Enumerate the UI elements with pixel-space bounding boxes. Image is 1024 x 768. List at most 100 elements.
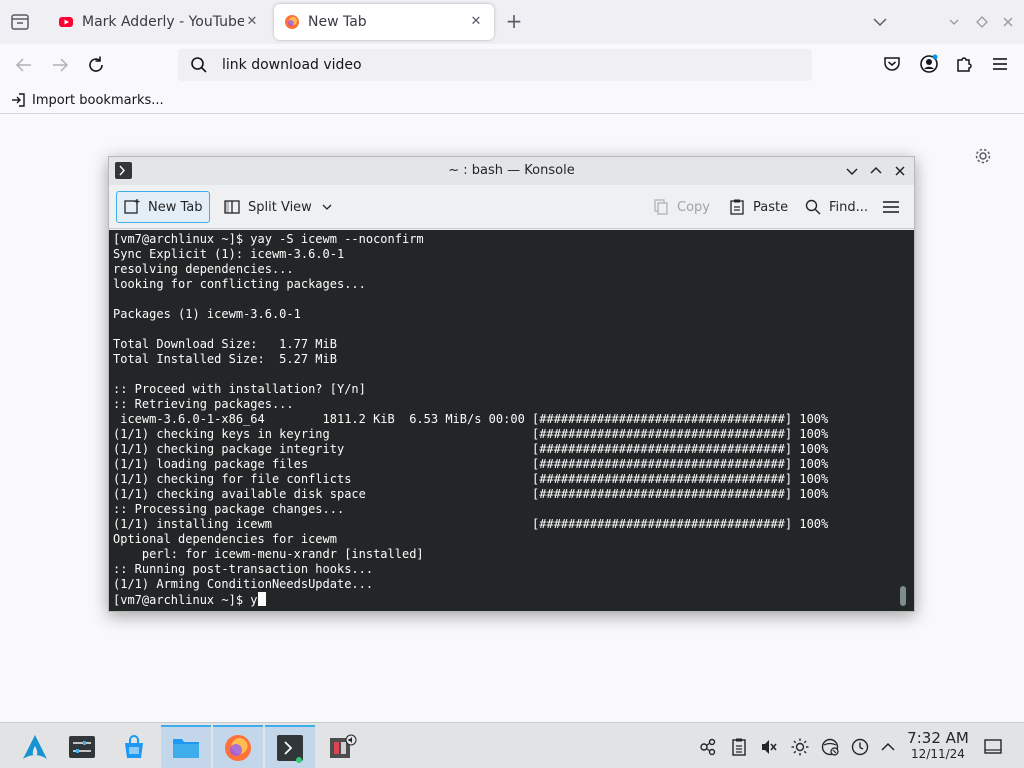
desktop-icon [984,739,1002,754]
digital-clock[interactable]: 7:32 AM 12/11/24 [900,729,976,761]
kde-connect-icon [700,738,716,756]
terminal-line: looking for conflicting packages... [113,277,366,291]
diamond-icon [976,16,988,28]
show-desktop-button[interactable] [983,737,1003,757]
minimize-window-button[interactable] [946,14,962,30]
navigation-toolbar [0,44,1024,86]
browser-tab-strip: Mark Adderly - YouTube ✕ New Tab ✕ + [0,0,1024,44]
new-tab-icon [124,199,140,214]
forward-button[interactable] [49,54,71,76]
chevron-up-icon [870,166,882,174]
search-icon [805,199,821,215]
terminal-line: (1/1) loading package files [###########… [113,457,829,471]
tab-new-tab[interactable]: New Tab ✕ [274,4,494,40]
terminal-line: (1/1) Arming ConditionNeedsUpdate... [113,577,374,591]
url-input[interactable] [222,57,782,73]
file-manager-task[interactable] [161,725,211,768]
folder-icon [173,739,199,758]
terminal-line: Total Download Size: 1.77 MiB [113,337,337,351]
puzzle-icon [957,57,972,72]
tab-close-button[interactable]: ✕ [244,14,260,30]
firefox-task[interactable] [213,725,263,768]
konsole-task[interactable] [265,725,315,768]
konsole-menu-button[interactable] [875,191,914,223]
terminal-line: Optional dependencies for icewm [113,532,337,546]
split-view-button[interactable]: Split View [217,191,340,223]
find-button[interactable]: Find... [798,191,874,223]
pocket-icon [884,57,900,71]
app-menu-button[interactable] [990,54,1010,74]
taskbar: 7:32 AM 12/11/24 [0,722,1024,768]
reload-button[interactable] [85,54,107,76]
bookmarks-toolbar: Import bookmarks... [0,86,1024,114]
network-tray[interactable] [820,737,840,757]
maximize-window-button[interactable] [974,14,990,30]
new-tab-button[interactable]: + [504,11,524,32]
clipboard-tray[interactable] [729,737,749,757]
terminal-cursor [257,592,266,606]
terminal-line: resolving dependencies... [113,262,294,276]
volume-tray[interactable] [759,737,779,757]
youtube-icon [59,17,73,27]
system-settings-task[interactable] [57,725,107,768]
tab-title: Mark Adderly - YouTube [82,14,244,30]
kde-connect-tray[interactable] [698,737,718,757]
split-view-icon [224,200,240,214]
terminal-line: (1/1) checking package integrity [######… [113,442,829,456]
konsole-close-button[interactable] [891,162,909,180]
clock-time: 7:32 AM [907,729,969,747]
arrow-right-icon [53,58,69,72]
import-bookmarks-button[interactable]: Import bookmarks... [10,90,164,110]
account-icon [920,54,938,73]
audio-player-task[interactable] [317,725,367,768]
firefox-icon [285,15,299,29]
paste-icon [730,199,744,215]
terminal-line: :: Retrieving packages... [113,397,294,411]
settings-sliders-icon [69,736,95,758]
media-player-icon [330,734,357,758]
import-icon [12,93,25,107]
terminal-icon [277,735,303,763]
account-button[interactable] [919,54,939,74]
tab-close-button[interactable]: ✕ [468,14,484,30]
paste-button[interactable]: Paste [722,191,794,223]
reload-icon [89,56,103,72]
tab-youtube[interactable]: Mark Adderly - YouTube ✕ [48,4,270,40]
terminal-prompt-line: [vm7@archlinux ~]$ y [113,592,828,608]
updates-tray[interactable] [850,737,870,757]
page-settings-button[interactable] [974,147,992,165]
konsole-window: ~ : bash — Konsole New Tab Split View Co… [108,156,915,612]
terminal-prompt: [vm7@archlinux ~]$ [113,593,251,607]
clock-date: 12/11/24 [911,747,965,761]
new-tab-button[interactable]: New Tab [116,191,210,223]
konsole-titlebar[interactable]: ~ : bash — Konsole [109,157,914,185]
copy-label: Copy [677,199,710,215]
shopping-bag-icon [125,735,143,758]
terminal-scrollbar[interactable] [900,586,906,606]
copy-button[interactable]: Copy [646,191,716,223]
back-button[interactable] [13,54,35,76]
arrow-left-icon [15,58,31,72]
extensions-button[interactable] [954,54,974,74]
terminal-line: Packages (1) icewm-3.6.0-1 [113,307,301,321]
tab-list-button[interactable] [10,12,30,32]
konsole-toolbar: New Tab Split View Copy Paste Find... [109,185,914,229]
search-icon [191,57,207,73]
konsole-minimize-button[interactable] [843,162,861,180]
discover-task[interactable] [109,725,159,768]
app-launcher-button[interactable] [10,725,60,768]
close-window-button[interactable] [1000,14,1016,30]
url-bar[interactable] [178,49,812,81]
tray-expand-button[interactable] [878,737,898,757]
tabs-dropdown-button[interactable] [872,12,888,32]
close-icon [1003,17,1013,27]
terminal-area[interactable]: [vm7@archlinux ~]$ yay -S icewm --noconf… [109,230,914,611]
clock-alert-icon [851,738,869,756]
terminal-input: y [250,593,258,607]
konsole-maximize-button[interactable] [867,162,885,180]
terminal-line: :: Proceed with installation? [Y/n] [113,382,366,396]
pocket-button[interactable] [882,54,902,74]
brightness-tray[interactable] [790,737,810,757]
